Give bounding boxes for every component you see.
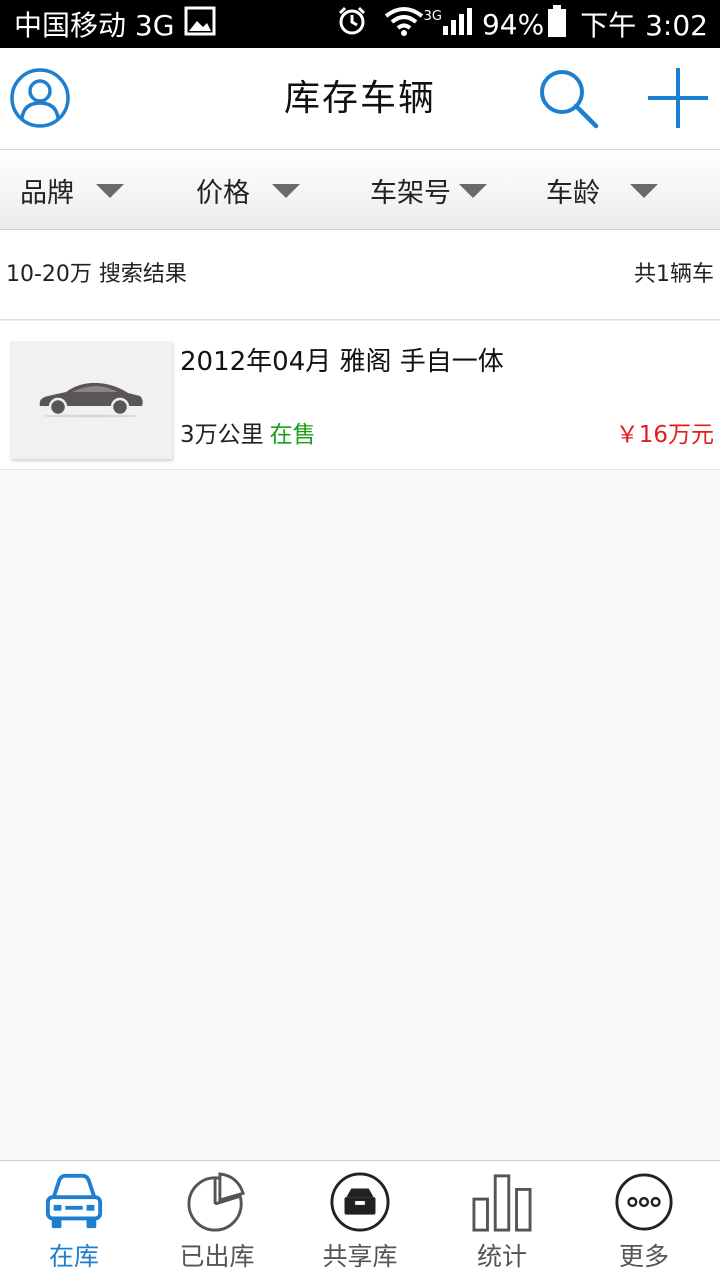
tab-label: 统计 (476, 1242, 527, 1271)
filter-brand[interactable]: 品牌 (20, 150, 124, 230)
bottom-tab-bar: 在库 已出库 共享库 统计 更多 (0, 1160, 720, 1280)
pie-chart-icon (187, 1171, 247, 1233)
filter-label: 价格 (196, 177, 250, 209)
filter-age[interactable]: 车龄 (546, 150, 658, 230)
battery-percent: 94% (481, 7, 545, 41)
vehicle-list-item[interactable]: 2012年04月 雅阁 手自一体 3万公里 在售 ￥16万元 (0, 320, 720, 470)
network-type-label: 3G (423, 8, 442, 24)
tab-label: 更多 (618, 1242, 669, 1271)
dropdown-arrow-icon (272, 184, 300, 198)
vehicle-status-badge: 在售 (269, 422, 316, 448)
tab-label: 在库 (48, 1242, 99, 1271)
box-icon (330, 1171, 390, 1233)
tab-label: 已出库 (179, 1242, 255, 1271)
tab-in-stock[interactable]: 在库 (2, 1161, 146, 1280)
add-vehicle-button[interactable] (642, 64, 714, 136)
tab-more[interactable]: 更多 (572, 1161, 716, 1280)
car-icon (44, 1171, 104, 1233)
filter-label: 车龄 (546, 177, 600, 209)
carrier-label: 中国移动 3G (14, 9, 175, 42)
dropdown-arrow-icon (630, 184, 658, 198)
status-bar: 中国移动 3G 3G 94% 下午 3:02 (0, 0, 720, 48)
results-summary: 10-20万 搜索结果 共1辆车 (0, 230, 720, 320)
vehicle-name: 2012年04月 雅阁 手自一体 (180, 347, 504, 377)
more-icon (614, 1171, 674, 1233)
page-title: 库存车辆 (283, 78, 436, 119)
filter-bar: 品牌 价格 车架号 车龄 (0, 150, 720, 230)
filter-price[interactable]: 价格 (196, 150, 300, 230)
vehicle-price: ￥16万元 (615, 422, 714, 448)
filter-vin[interactable]: 车架号 (370, 150, 487, 230)
vehicle-mileage: 3万公里 (180, 422, 264, 448)
search-query-label: 10-20万 搜索结果 (6, 262, 187, 287)
dropdown-arrow-icon (96, 184, 124, 198)
vehicle-meta: 3万公里 在售 (180, 415, 316, 449)
wifi-icon (384, 6, 424, 43)
tab-shared-stock[interactable]: 共享库 (288, 1161, 432, 1280)
tab-statistics[interactable]: 统计 (430, 1161, 574, 1280)
tab-checked-out[interactable]: 已出库 (145, 1161, 289, 1280)
battery-icon (548, 4, 567, 44)
add-icon (646, 66, 710, 134)
bar-chart-icon (472, 1171, 532, 1233)
app-header: 库存车辆 (0, 48, 720, 150)
result-count: 共1辆车 (634, 262, 714, 287)
filter-label: 品牌 (20, 177, 74, 209)
car-placeholder-icon (36, 378, 146, 422)
filter-label: 车架号 (370, 177, 451, 209)
tab-label: 共享库 (322, 1242, 398, 1271)
alarm-icon (336, 5, 368, 44)
image-notification-icon (184, 6, 216, 43)
search-icon (536, 66, 600, 134)
vehicle-thumbnail (10, 341, 172, 459)
dropdown-arrow-icon (459, 184, 487, 198)
search-button[interactable] (532, 64, 604, 136)
signal-icon (442, 6, 472, 43)
vehicle-list: 2012年04月 雅阁 手自一体 3万公里 在售 ￥16万元 (0, 320, 720, 470)
clock-time: 下午 3:02 (580, 9, 708, 42)
